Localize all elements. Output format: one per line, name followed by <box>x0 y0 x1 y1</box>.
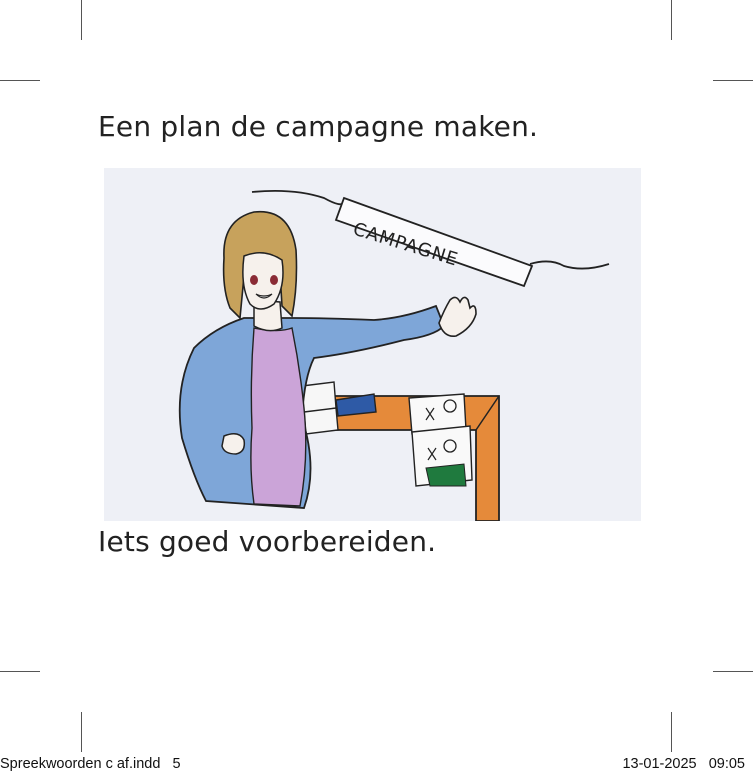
crop-mark-top-right-vertical <box>671 0 672 40</box>
page-caption: Iets goed voorbereiden. <box>98 525 437 558</box>
crop-mark-bottom-right-horizontal <box>713 671 753 672</box>
crop-mark-bottom-left-vertical <box>81 712 82 752</box>
slug-file-info: Spreekwoorden c af.indd 5 <box>0 756 181 772</box>
campaign-illustration: CAMPAGNE <box>104 168 641 521</box>
page-title: Een plan de campagne maken. <box>98 110 539 143</box>
slug-datetime: 13-01-2025 09:05 <box>622 756 745 772</box>
crop-mark-top-left-vertical <box>81 0 82 40</box>
crop-mark-bottom-left-horizontal <box>0 671 40 672</box>
crop-mark-bottom-right-vertical <box>671 712 672 752</box>
crop-mark-top-right-horizontal <box>713 80 753 81</box>
campaign-banner: CAMPAGNE <box>334 196 534 288</box>
crop-mark-top-left-horizontal <box>0 80 40 81</box>
